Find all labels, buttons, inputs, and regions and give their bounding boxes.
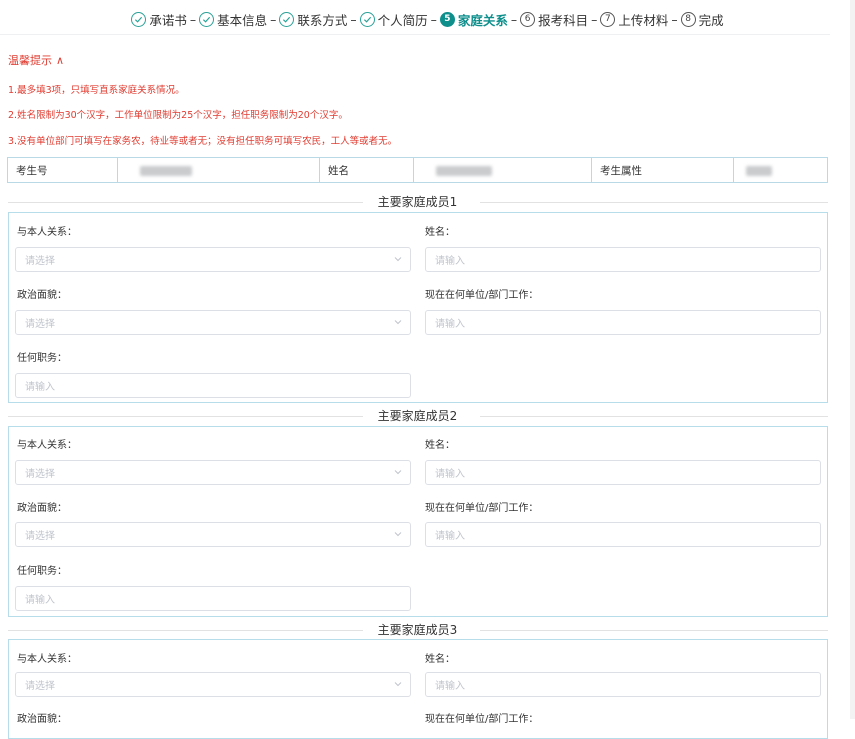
check-circle-icon: [131, 11, 147, 27]
check-circle-icon: [199, 11, 215, 27]
step-label: 个人简历: [377, 12, 428, 28]
step-separator: –: [430, 11, 437, 27]
work-label: 现在在何单位/部门工作：: [425, 503, 539, 514]
step-label: 上传材料: [618, 12, 669, 28]
tip-line-2: 2.姓名限制为30个汉字，工作单位限制为25个汉字，担任职务限制为20个汉字。: [8, 110, 348, 121]
relation-select[interactable]: 请选择: [15, 672, 411, 697]
candidate-number-label: 考生号: [8, 158, 118, 182]
step-5: 5 家庭关系: [439, 10, 508, 29]
chevron-down-icon: [394, 257, 402, 262]
step-3: 联系方式: [279, 10, 347, 29]
step-6: 6 报考科目: [520, 10, 588, 29]
member-3-title: 主要家庭成员3: [0, 621, 835, 638]
scrollbar[interactable]: [850, 0, 855, 719]
tips-toggle[interactable]: 温馨提示 ∧: [8, 52, 64, 68]
step-label: 家庭关系: [457, 12, 508, 28]
step-progress-bar: 承诺书 – 基本信息 – 联系方式 – 个人简历 –5 家庭关系 –6 报考科目 –7 上传材料 –8 完成: [0, 6, 855, 32]
name-label: 姓名：: [425, 440, 455, 451]
step-number-icon: 8: [680, 11, 696, 27]
work-input[interactable]: 请输入: [425, 310, 821, 335]
politics-label: 政治面貌：: [17, 714, 67, 725]
tip-line-1: 1.最多填3项，只填写直系家庭关系情况。: [8, 85, 185, 96]
step-7: 7 上传材料: [600, 10, 668, 29]
name-label: 姓名：: [425, 654, 455, 665]
candidate-number-value: [118, 158, 320, 182]
step-number-icon: 6: [520, 11, 536, 27]
step-label: 基本信息: [217, 12, 268, 28]
step-8: 8 完成: [680, 10, 724, 29]
politics-select[interactable]: 请选择: [15, 310, 411, 335]
chevron-down-icon: [394, 532, 402, 537]
step-number-icon: 5: [439, 11, 455, 27]
candidate-name-label: 姓名: [320, 158, 414, 182]
candidate-attr-value: [734, 158, 827, 182]
check-circle-icon: [279, 11, 295, 27]
chevron-down-icon: [394, 682, 402, 687]
step-separator: –: [671, 11, 678, 27]
step-1: 承诺书: [131, 10, 187, 29]
name-input[interactable]: 请输入: [425, 247, 821, 272]
work-label: 现在在何单位/部门工作：: [425, 290, 539, 301]
step-label: 联系方式: [297, 12, 348, 28]
duty-label: 任何职务：: [17, 566, 67, 577]
relation-label: 与本人关系：: [17, 227, 77, 238]
step-2: 基本信息: [199, 10, 267, 29]
politics-select[interactable]: 请选择: [15, 522, 411, 547]
relation-label: 与本人关系：: [17, 654, 77, 665]
chevron-up-icon: ∧: [56, 53, 65, 67]
step-separator: –: [189, 11, 197, 27]
chevron-down-icon: [394, 320, 402, 325]
step-separator: –: [270, 11, 277, 27]
duty-label: 任何职务：: [17, 353, 67, 364]
step-4: 个人简历: [359, 10, 428, 29]
divider: [0, 34, 830, 35]
tip-line-3: 3.没有单位部门可填写在家务农，待业等或者无；没有担任职务可填写农民，工人等或者…: [8, 136, 398, 147]
redacted-value: [140, 166, 192, 176]
member-2-title: 主要家庭成员2: [0, 407, 835, 424]
name-input[interactable]: 请输入: [425, 672, 821, 697]
chevron-down-icon: [394, 470, 402, 475]
redacted-value: [436, 166, 492, 176]
name-input[interactable]: 请输入: [425, 460, 821, 485]
member-1-title: 主要家庭成员1: [0, 193, 835, 210]
work-input[interactable]: 请输入: [425, 522, 821, 547]
candidate-name-value: [414, 158, 592, 182]
tips-title: 温馨提示: [8, 54, 52, 67]
redacted-value: [746, 166, 772, 176]
relation-select[interactable]: 请选择: [15, 247, 411, 272]
step-label: 承诺书: [149, 12, 187, 28]
relation-select[interactable]: 请选择: [15, 460, 411, 485]
duty-input[interactable]: 请输入: [15, 373, 411, 398]
step-label: 完成: [698, 12, 724, 28]
step-number-icon: 7: [600, 11, 616, 27]
politics-label: 政治面貌：: [17, 290, 67, 301]
step-separator: –: [350, 11, 357, 27]
step-separator: –: [591, 11, 598, 27]
step-separator: –: [510, 11, 518, 27]
relation-label: 与本人关系：: [17, 440, 77, 451]
candidate-info-table: 考生号 姓名 考生属性: [7, 157, 828, 183]
name-label: 姓名：: [425, 227, 455, 238]
check-circle-icon: [359, 11, 375, 27]
politics-label: 政治面貌：: [17, 503, 67, 514]
candidate-attr-label: 考生属性: [592, 158, 734, 182]
work-label: 现在在何单位/部门工作：: [425, 714, 539, 725]
step-label: 报考科目: [538, 12, 589, 28]
duty-input[interactable]: 请输入: [15, 586, 411, 611]
